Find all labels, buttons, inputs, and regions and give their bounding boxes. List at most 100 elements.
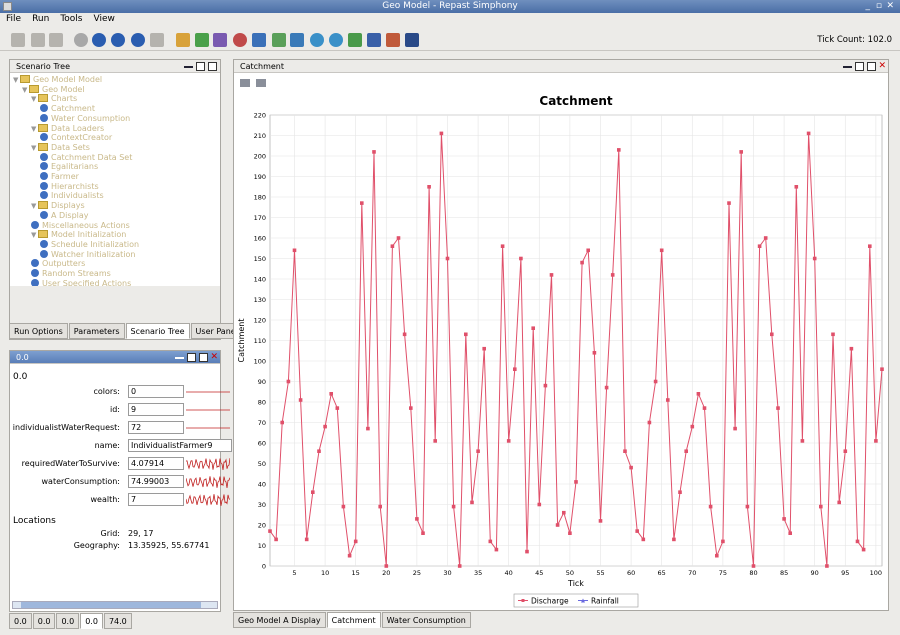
tree-item[interactable]: Catchment (40, 104, 95, 113)
tool-icon[interactable] (176, 33, 190, 47)
reset-run-icon[interactable] (150, 33, 164, 47)
minimize-icon[interactable] (184, 62, 193, 68)
y-tick-label: 120 (254, 317, 266, 325)
locations-title: Locations (13, 516, 56, 526)
close-icon[interactable]: ✕ (878, 60, 886, 73)
tree-item[interactable]: Random Streams (31, 269, 111, 278)
tree-item[interactable]: ▼ Geo Model Model (13, 75, 102, 84)
tool-icon[interactable] (233, 33, 247, 47)
expand-icon[interactable]: ▼ (31, 144, 38, 152)
globe-icon[interactable] (310, 33, 324, 47)
tree-item[interactable]: ▼ Model Initialization (31, 230, 126, 239)
horizontal-scrollbar[interactable] (12, 601, 218, 609)
image-icon[interactable] (348, 33, 362, 47)
expand-icon[interactable]: ▼ (31, 95, 38, 103)
tree-item[interactable]: Water Consumption (40, 113, 130, 123)
expand-icon[interactable]: ▼ (31, 202, 38, 210)
step-run-icon[interactable] (111, 33, 125, 47)
tree-item[interactable]: Hierarchists (40, 181, 99, 191)
tree-item[interactable]: Individualists (40, 191, 104, 200)
minimize-icon[interactable]: _ (866, 0, 871, 13)
grid-icon[interactable] (367, 33, 381, 47)
menu-tools[interactable]: Tools (54, 13, 87, 24)
close-icon[interactable]: ✕ (210, 351, 218, 364)
legend-discharge-label: Discharge (531, 597, 569, 606)
minimize-icon[interactable] (843, 62, 852, 68)
tree-item-label: Catchment (51, 104, 96, 114)
tab-agent[interactable]: 0.0 (80, 613, 103, 629)
tree-item[interactable]: Schedule Initialization (40, 239, 139, 249)
tool-icon[interactable] (213, 33, 227, 47)
tab-agent[interactable]: 74.0 (103, 613, 132, 629)
float-icon[interactable] (199, 353, 208, 362)
init-run-icon[interactable] (74, 33, 88, 47)
field-value[interactable]: IndividualistFarmer9 (128, 439, 232, 452)
field-value[interactable]: 74.99003 (128, 475, 184, 488)
chart-tool-icon[interactable] (195, 33, 209, 47)
tree-item[interactable]: Miscellaneous Actions (31, 220, 130, 230)
tree-item[interactable]: ▼ Displays (31, 201, 85, 210)
tree-item[interactable]: ▼ Data Loaders (31, 123, 104, 133)
field-value[interactable]: 7 (128, 493, 184, 506)
tree-item[interactable]: ▼ Geo Model (22, 84, 85, 94)
tree-item[interactable]: ▼ Charts (31, 94, 77, 103)
y-tick-label: 40 (258, 481, 266, 489)
properties-title: 0.0 (16, 353, 29, 362)
database-tool-icon[interactable] (252, 33, 266, 47)
save-icon[interactable] (11, 33, 25, 47)
tree-item[interactable]: Catchment Data Set (40, 152, 132, 162)
download-icon[interactable] (272, 33, 286, 47)
menu-file[interactable]: File (0, 13, 26, 24)
float-icon[interactable] (208, 62, 217, 71)
float-icon[interactable] (867, 62, 876, 71)
expand-icon[interactable]: ▼ (13, 76, 20, 84)
tool-icon[interactable] (405, 33, 419, 47)
tree-item[interactable]: ▼ Data Sets (31, 142, 90, 152)
tab-agent[interactable]: 0.0 (56, 613, 80, 629)
tab-agent[interactable]: 0.0 (32, 613, 56, 629)
tree-item-label: Egalitarians (51, 162, 99, 172)
menu-view[interactable]: View (88, 13, 120, 24)
start-run-icon[interactable] (92, 33, 106, 47)
tree-item[interactable]: Watcher Initialization (40, 249, 135, 259)
field-value[interactable]: 4.07914 (128, 457, 184, 470)
close-icon[interactable]: ✕ (886, 0, 894, 13)
maximize-icon[interactable] (196, 62, 205, 71)
tab-agent[interactable]: 0.0 (9, 613, 32, 629)
tree-item[interactable]: Egalitarians (40, 162, 98, 171)
save-as-icon[interactable] (31, 33, 45, 47)
field-label: colors: (93, 387, 120, 396)
field-value[interactable]: 72 (128, 421, 184, 434)
chart-save-icon[interactable] (256, 79, 266, 87)
tool-icon[interactable] (386, 33, 400, 47)
tab-geo-model-a-display[interactable]: Geo Model A Display (233, 612, 326, 628)
tab-catchment[interactable]: Catchment (326, 612, 381, 628)
field-value[interactable]: 9 (128, 403, 184, 416)
expand-icon[interactable]: ▼ (31, 125, 38, 133)
maximize-icon[interactable]: ▫ (876, 0, 882, 13)
stop-run-icon[interactable] (131, 33, 145, 47)
tab-scenario-tree[interactable]: Scenario Tree (125, 323, 190, 339)
field-label: name: (94, 441, 120, 450)
tab-parameters[interactable]: Parameters (68, 323, 125, 339)
expand-icon[interactable]: ▼ (22, 86, 29, 94)
minimize-icon[interactable] (175, 353, 184, 359)
menu-run[interactable]: Run (26, 13, 54, 24)
tab-water-consumption[interactable]: Water Consumption (381, 612, 471, 628)
tree-item[interactable]: Farmer (40, 172, 79, 181)
discharge-point (525, 549, 529, 554)
tree-item[interactable]: A Display (40, 210, 89, 220)
chart-properties-icon[interactable] (240, 79, 250, 87)
globe-icon[interactable] (329, 33, 343, 47)
maximize-icon[interactable] (187, 353, 196, 362)
database-icon[interactable] (49, 33, 63, 47)
maximize-icon[interactable] (855, 62, 864, 71)
discharge-point (415, 517, 419, 521)
tree-item[interactable]: ContextCreator (40, 133, 112, 142)
expand-icon[interactable]: ▼ (31, 231, 38, 239)
tree-item[interactable]: Outputters (31, 259, 85, 268)
item-icon (40, 152, 48, 161)
field-value[interactable]: 0 (128, 385, 184, 398)
tool-icon[interactable] (290, 33, 304, 47)
tab-run-options[interactable]: Run Options (9, 323, 68, 339)
